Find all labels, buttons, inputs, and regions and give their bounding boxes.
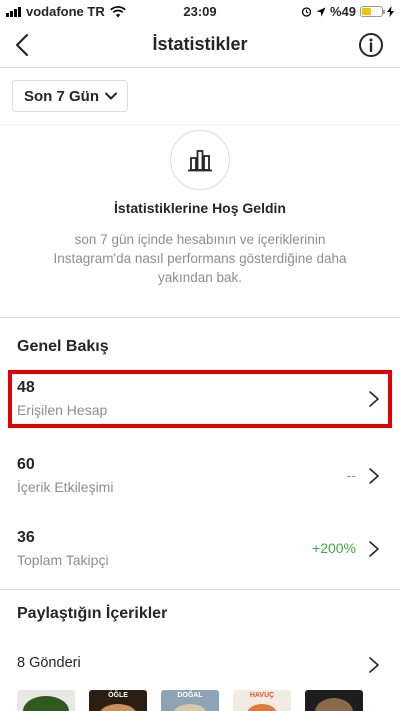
chevron-right-icon: [369, 468, 379, 484]
content-title: Paylaştığın İçerikler: [17, 605, 168, 622]
metric-content-interactions[interactable]: 60 İçerik Etkileşimi --: [0, 446, 400, 506]
metric-value: 60: [17, 456, 35, 473]
page-title: İstatistikler: [152, 34, 248, 54]
status-right: %49: [301, 4, 394, 19]
chevron-right-icon: [369, 541, 379, 557]
post-thumbnail[interactable]: [17, 690, 75, 711]
welcome-title: İstatistiklerine Hoş Geldin: [114, 200, 286, 216]
post-thumbnail[interactable]: DOĞAL: [161, 690, 219, 711]
welcome-section: İstatistiklerine Hoş Geldin son 7 gün iç…: [0, 126, 400, 318]
metric-label: İçerik Etkileşimi: [17, 479, 114, 495]
battery-percent: %49: [329, 4, 356, 19]
bar-chart-icon: [170, 130, 230, 190]
metric-value: 36: [17, 529, 35, 546]
metric-total-followers[interactable]: 36 Toplam Takipçi +200%: [0, 519, 400, 579]
thumbnail-label: ÖĞLE: [108, 692, 128, 699]
post-thumbnail[interactable]: HAVUÇ: [233, 690, 291, 711]
highlight-box: [8, 370, 392, 428]
metric-label: Toplam Takipçi: [17, 552, 109, 568]
nav-bar: İstatistikler: [0, 22, 400, 68]
info-circle-icon: [359, 33, 383, 57]
post-thumbnails: ÖĞLE DOĞAL HAVUÇ: [17, 690, 363, 711]
post-thumbnail[interactable]: [305, 690, 363, 711]
thumbnail-label: DOĞAL: [177, 692, 203, 699]
overview-title: Genel Bakış: [17, 338, 109, 355]
status-bar: vodafone TR 23:09 %49: [0, 0, 400, 22]
chevron-down-icon: [105, 92, 117, 100]
location-icon: [316, 7, 326, 16]
period-label: Son 7 Gün: [24, 87, 99, 105]
charging-icon: [387, 6, 394, 17]
metric-change: --: [346, 467, 356, 483]
chevron-right-icon: [369, 657, 379, 673]
filter-row: Son 7 Gün: [0, 68, 400, 125]
posts-count: 8 Gönderi: [17, 655, 81, 671]
welcome-description: son 7 gün içinde hesabının ve içerikleri…: [53, 232, 347, 285]
section-divider: [0, 589, 400, 590]
info-button[interactable]: [358, 32, 384, 58]
metric-change: +200%: [312, 540, 356, 556]
thumbnail-label: HAVUÇ: [249, 692, 275, 699]
alarm-icon: [301, 7, 312, 17]
posts-row[interactable]: 8 Gönderi: [0, 648, 400, 680]
period-dropdown[interactable]: Son 7 Gün: [12, 80, 128, 112]
battery-icon: [360, 6, 385, 17]
post-thumbnail[interactable]: ÖĞLE: [89, 690, 147, 711]
